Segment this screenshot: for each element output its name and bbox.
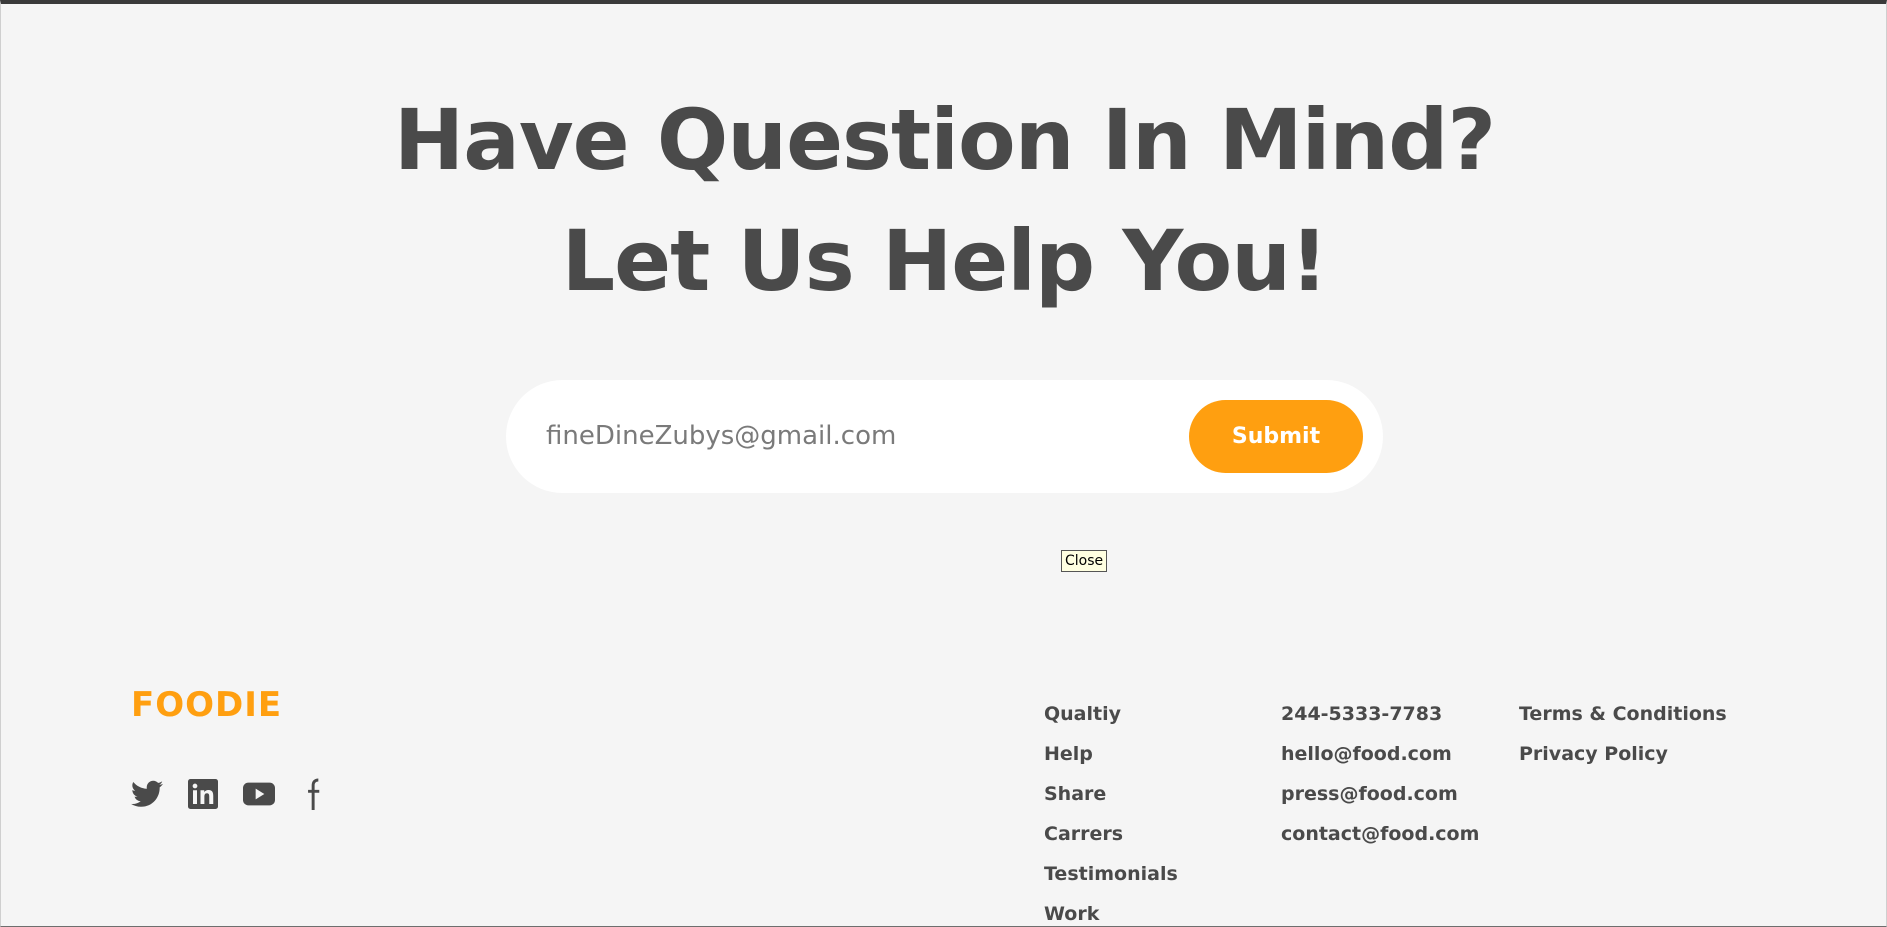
footer-link-share[interactable]: Share [1044, 780, 1178, 820]
footer-link-careers[interactable]: Carrers [1044, 820, 1178, 860]
subscribe-form: Submit [506, 380, 1383, 493]
facebook-icon[interactable] [299, 778, 331, 810]
submit-button[interactable]: Submit [1189, 400, 1363, 473]
footer-email-press[interactable]: press@food.com [1281, 780, 1479, 820]
footer-email-hello[interactable]: hello@food.com [1281, 740, 1479, 780]
footer-brand-logo[interactable]: FOODIE [131, 688, 282, 722]
footer-link-quality[interactable]: Qualtiy [1044, 700, 1178, 740]
footer-email-contact[interactable]: contact@food.com [1281, 820, 1479, 860]
close-button[interactable]: Close [1061, 550, 1108, 572]
youtube-icon[interactable] [243, 778, 275, 810]
footer-link-privacy[interactable]: Privacy Policy [1519, 740, 1727, 780]
hero-heading-line2: Let Us Help You! [561, 212, 1329, 310]
footer-links-contact: 244-5333-7783 hello@food.com press@food.… [1281, 700, 1479, 860]
footer-link-terms[interactable]: Terms & Conditions [1519, 700, 1727, 740]
linkedin-icon[interactable] [187, 778, 219, 810]
footer-link-work[interactable]: Work [1044, 900, 1178, 927]
social-links [131, 778, 331, 810]
footer-phone[interactable]: 244-5333-7783 [1281, 700, 1479, 740]
page-frame: Have Question In Mind? Let Us Help You! … [0, 0, 1887, 927]
footer-link-testimonials[interactable]: Testimonials [1044, 860, 1178, 900]
twitter-icon[interactable] [131, 778, 163, 810]
footer-links-legal: Terms & Conditions Privacy Policy [1519, 700, 1727, 780]
footer-links-company: Qualtiy Help Share Carrers Testimonials … [1044, 700, 1178, 927]
footer-link-help[interactable]: Help [1044, 740, 1178, 780]
hero-heading-line1: Have Question In Mind? [393, 91, 1496, 189]
email-input[interactable] [546, 408, 1166, 464]
